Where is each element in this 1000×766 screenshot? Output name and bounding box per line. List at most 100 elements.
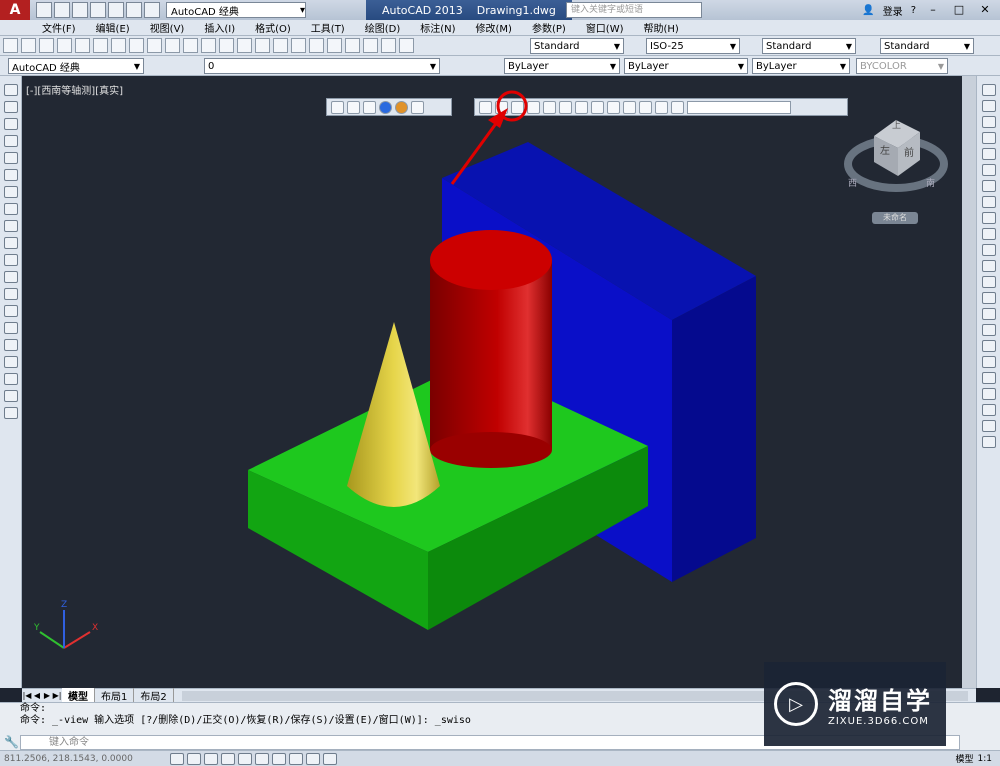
- layer-select[interactable]: 0 ▼: [204, 58, 440, 74]
- next-tab-icon[interactable]: ▶: [42, 691, 52, 700]
- autocad-logo-icon[interactable]: A: [0, 0, 30, 20]
- publish-icon[interactable]: [93, 38, 108, 53]
- bring-to-front-icon[interactable]: [981, 388, 996, 400]
- copy-icon[interactable]: [129, 38, 144, 53]
- minimize-button[interactable]: –: [924, 3, 942, 17]
- multiline-text-icon[interactable]: [3, 390, 18, 402]
- tab-model[interactable]: 模型: [62, 688, 95, 703]
- preview-icon[interactable]: [75, 38, 90, 53]
- zoom-realtime-icon[interactable]: [237, 38, 252, 53]
- tool-palettes-icon[interactable]: [327, 38, 342, 53]
- annotation-scale[interactable]: 1:1: [978, 754, 1000, 764]
- open-icon[interactable]: [21, 38, 36, 53]
- menu-parametric[interactable]: 参数(P): [532, 20, 566, 35]
- erase-icon[interactable]: [981, 84, 996, 96]
- wrench-icon[interactable]: 🔧: [4, 735, 19, 749]
- blend-curves-icon[interactable]: [981, 340, 996, 352]
- menu-dimension[interactable]: 标注(N): [420, 20, 455, 35]
- undo-icon[interactable]: [126, 2, 142, 18]
- text-style-select[interactable]: Standard ▼: [530, 38, 624, 54]
- dim-style-select[interactable]: ISO-25 ▼: [646, 38, 740, 54]
- menu-insert[interactable]: 插入(I): [204, 20, 235, 35]
- menu-help[interactable]: 帮助(H): [644, 20, 679, 35]
- hatch-icon[interactable]: [3, 322, 18, 334]
- transparency-icon[interactable]: [323, 752, 337, 765]
- help-icon[interactable]: [399, 38, 414, 53]
- region-icon[interactable]: [3, 356, 18, 368]
- osnap-icon[interactable]: [238, 752, 252, 765]
- undo-icon[interactable]: [183, 38, 198, 53]
- plotstyle-select[interactable]: BYCOLOR ▼: [856, 58, 948, 74]
- ucs-menu-button[interactable]: 未命名: [872, 212, 918, 224]
- send-under-icon[interactable]: [981, 436, 996, 448]
- draw-order-icon[interactable]: [981, 372, 996, 384]
- make-block-icon[interactable]: [3, 288, 18, 300]
- line-icon[interactable]: [3, 84, 18, 96]
- break-icon[interactable]: [981, 276, 996, 288]
- tab-layout1[interactable]: 布局1: [95, 688, 135, 703]
- add-selected-icon[interactable]: [3, 407, 18, 419]
- zoom-window-icon[interactable]: [255, 38, 270, 53]
- circle-icon[interactable]: [3, 186, 18, 198]
- ducs-icon[interactable]: [272, 752, 286, 765]
- menu-window[interactable]: 窗口(W): [586, 20, 624, 35]
- pan-icon[interactable]: [219, 38, 234, 53]
- sheet-set-icon[interactable]: [345, 38, 360, 53]
- tab-layout2[interactable]: 布局2: [134, 688, 174, 703]
- match-properties-icon[interactable]: [165, 38, 180, 53]
- menu-draw[interactable]: 绘图(D): [365, 20, 401, 35]
- array-icon[interactable]: [981, 148, 996, 160]
- revision-cloud-icon[interactable]: [3, 203, 18, 215]
- maximize-button[interactable]: □: [950, 3, 968, 17]
- user-icon[interactable]: 👤: [862, 5, 874, 16]
- menu-view[interactable]: 视图(V): [150, 20, 185, 35]
- menu-edit[interactable]: 编辑(E): [96, 20, 130, 35]
- construction-line-icon[interactable]: [3, 101, 18, 113]
- point-icon[interactable]: [3, 305, 18, 317]
- plot-icon[interactable]: [57, 38, 72, 53]
- last-tab-icon[interactable]: ▶|: [52, 691, 62, 700]
- lineweight-select[interactable]: ByLayer ▼: [752, 58, 850, 74]
- explode-icon[interactable]: [981, 356, 996, 368]
- grid-icon[interactable]: [187, 752, 201, 765]
- workspace-select[interactable]: AutoCAD 经典 ▾: [166, 2, 306, 18]
- model-space-button[interactable]: 模型: [956, 752, 978, 765]
- table-icon[interactable]: [3, 373, 18, 385]
- prev-tab-icon[interactable]: ◀: [32, 691, 42, 700]
- gradient-icon[interactable]: [3, 339, 18, 351]
- redo-icon[interactable]: [201, 38, 216, 53]
- snap-icon[interactable]: [170, 752, 184, 765]
- break-at-point-icon[interactable]: [981, 260, 996, 272]
- drawing-viewport[interactable]: [-][西南等轴测][真实] X Y Z 上 左 前 西 南 未命名: [22, 76, 962, 688]
- close-button[interactable]: ✕: [976, 3, 994, 17]
- spline-icon[interactable]: [3, 220, 18, 232]
- send-to-back-icon[interactable]: [981, 404, 996, 416]
- insert-block-icon[interactable]: [3, 271, 18, 283]
- print-icon[interactable]: [108, 2, 124, 18]
- mleader-style-select[interactable]: Standard ▼: [880, 38, 974, 54]
- offset-icon[interactable]: [981, 132, 996, 144]
- rotate-icon[interactable]: [981, 180, 996, 192]
- arc-icon[interactable]: [3, 169, 18, 181]
- new-icon[interactable]: [3, 38, 18, 53]
- vertical-scrollbar[interactable]: [962, 76, 976, 688]
- menu-format[interactable]: 格式(O): [255, 20, 291, 35]
- save-icon[interactable]: [72, 2, 88, 18]
- new-icon[interactable]: [36, 2, 52, 18]
- linetype-select[interactable]: ByLayer ▼: [624, 58, 748, 74]
- help-icon[interactable]: ?: [911, 5, 916, 16]
- menu-modify[interactable]: 修改(M): [476, 20, 512, 35]
- redo-icon[interactable]: [144, 2, 160, 18]
- first-tab-icon[interactable]: |◀: [22, 691, 32, 700]
- calculator-icon[interactable]: [381, 38, 396, 53]
- extend-icon[interactable]: [981, 244, 996, 256]
- polar-icon[interactable]: [221, 752, 235, 765]
- ellipse-icon[interactable]: [3, 237, 18, 249]
- join-icon[interactable]: [981, 292, 996, 304]
- ortho-icon[interactable]: [204, 752, 218, 765]
- lineweight-icon[interactable]: [306, 752, 320, 765]
- save-icon[interactable]: [39, 38, 54, 53]
- cut-icon[interactable]: [111, 38, 126, 53]
- login-link[interactable]: 登录: [883, 3, 903, 18]
- dyn-icon[interactable]: [289, 752, 303, 765]
